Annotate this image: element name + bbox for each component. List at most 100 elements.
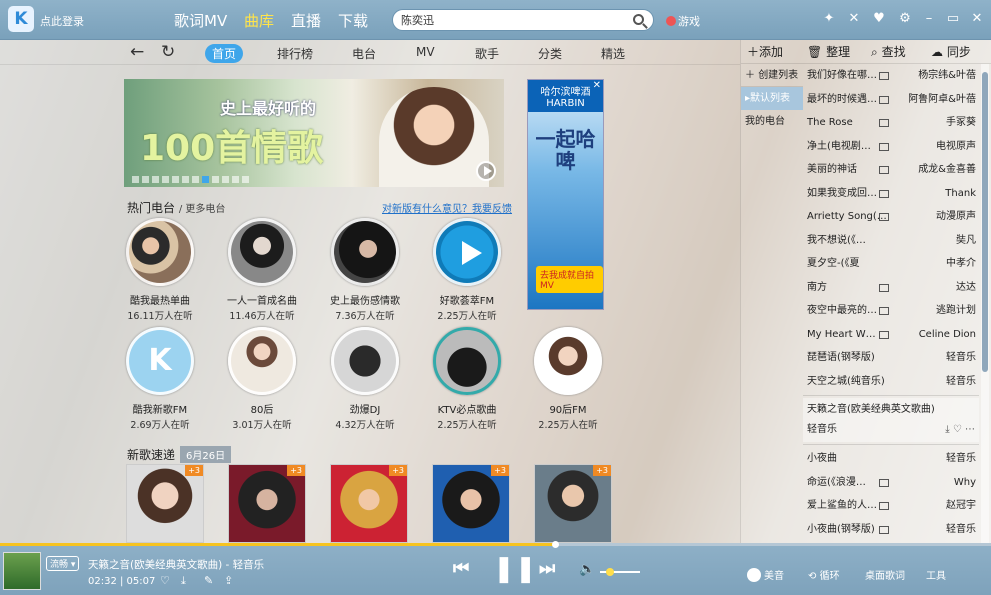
gift-icon[interactable]: ♥ [870, 10, 888, 28]
mv-icon[interactable] [879, 307, 889, 315]
song-row[interactable]: 命运(《浪漫… Why [803, 471, 979, 495]
mv-icon[interactable] [879, 213, 889, 221]
song-row[interactable]: 南方 达达 [803, 276, 979, 300]
album-cover[interactable]: +3 [228, 464, 306, 543]
mv-icon[interactable] [879, 166, 889, 174]
pause-icon[interactable]: ❚❚ [493, 554, 537, 584]
station-card[interactable]: 史上最伤感情歌 7.36万人在听 [315, 218, 415, 322]
album-cover[interactable]: +3 [534, 464, 612, 543]
mv-icon[interactable] [879, 502, 889, 510]
album-cover[interactable]: +3 [126, 464, 204, 543]
album-cover[interactable]: +3 [330, 464, 408, 543]
loop-button[interactable]: ⟲ 循环 [808, 567, 840, 582]
tab-lyrics-mv[interactable]: 歌词MV [174, 10, 227, 31]
maximize-icon[interactable]: ▭ [944, 10, 962, 28]
station-card[interactable]: 酷我最热单曲 16.11万人在听 [110, 218, 210, 322]
now-playing-cover[interactable] [3, 552, 41, 590]
station-card[interactable]: 90后FM 2.25万人在听 [518, 327, 618, 431]
playlist-scrollbar[interactable] [981, 64, 989, 543]
station-card[interactable]: KTV必点歌曲 2.25万人在听 [417, 327, 517, 431]
mv-icon[interactable] [879, 189, 889, 198]
mv-icon[interactable] [879, 525, 889, 534]
song-row[interactable]: 美丽的神话 成龙&金喜善 [803, 158, 979, 182]
mv-icon[interactable] [879, 95, 889, 104]
tab-category[interactable]: 分类 [531, 44, 569, 63]
progress-bar[interactable] [0, 541, 991, 548]
song-row[interactable]: 夜空中最亮的… 逃跑计划 [803, 299, 979, 323]
tab-download[interactable]: 下载 [338, 10, 368, 31]
volume-icon[interactable]: 🔈 [579, 562, 595, 577]
tab-library[interactable]: 曲库 [244, 10, 274, 31]
download-icon[interactable]: ⤓ [181, 574, 186, 588]
search-input[interactable] [401, 13, 621, 26]
create-list-button[interactable]: ＋ 创建列表 [741, 64, 803, 87]
station-card[interactable]: K 酷我新歌FM 2.69万人在听 [110, 327, 210, 431]
desktop-lyrics-button[interactable]: 桌面歌词 [865, 567, 905, 582]
add-button[interactable]: ＋添加 [747, 43, 783, 60]
tab-charts[interactable]: 排行榜 [270, 44, 320, 63]
kuwo-logo-icon[interactable]: K [8, 6, 34, 32]
login-link[interactable]: 点此登录 [40, 13, 84, 29]
song-row[interactable]: 夏夕空-(《夏 中孝介 [803, 252, 979, 276]
album-cover[interactable]: +3 [432, 464, 510, 543]
tab-featured[interactable]: 精选 [594, 44, 632, 63]
song-row[interactable]: 爱上鲨鱼的人… 赵冠宇 [803, 494, 979, 518]
ad-button[interactable]: 去我成就自拍MV [536, 266, 603, 293]
scrollbar-thumb[interactable] [982, 72, 988, 372]
search-icon[interactable] [633, 14, 644, 25]
hero-banner[interactable]: 史上最好听的 100首情歌 [124, 79, 504, 187]
game-link[interactable]: 游戏 [666, 13, 700, 29]
station-card[interactable]: 劲爆DJ 4.32万人在听 [315, 327, 415, 431]
organize-button[interactable]: 🗑 整理 [807, 43, 850, 60]
mv-icon[interactable] [879, 142, 889, 151]
song-row[interactable]: Arrietty Song(… 动漫原声 [803, 205, 979, 229]
mv-icon[interactable] [879, 478, 889, 487]
station-card[interactable]: 80后 3.01万人在听 [212, 327, 312, 431]
sound-effect-toggle[interactable]: 美音 [747, 567, 784, 582]
song-row[interactable]: 我不想说(《… 奘凡 [803, 229, 979, 253]
mini-mode-icon[interactable]: ✕ [845, 10, 863, 28]
settings-gear-icon[interactable]: ⚙ [896, 10, 914, 28]
tools-button[interactable]: 工具 [926, 567, 946, 582]
sync-button[interactable]: ☁ 同步 [931, 43, 971, 60]
song-row[interactable]: 净土(电视剧… 电视原声 [803, 135, 979, 159]
share-icon[interactable]: ⇪ [224, 574, 233, 587]
quality-select[interactable]: 流畅 ▾ [46, 556, 80, 571]
mv-icon[interactable] [879, 283, 889, 292]
volume-handle[interactable] [606, 568, 614, 576]
song-row[interactable]: 天空之城(纯音乐) 轻音乐 [803, 370, 979, 394]
skin-icon[interactable]: ✦ [820, 10, 838, 28]
mv-icon[interactable] [879, 72, 889, 80]
refresh-icon[interactable]: ↻ [161, 42, 175, 62]
song-row[interactable]: 我们好像在哪… 杨宗纬&叶蓓 [803, 64, 979, 88]
like-heart-icon[interactable]: ♡ [160, 574, 170, 587]
song-row[interactable]: 如果我变成回… Thank [803, 182, 979, 206]
beer-ad[interactable]: ✕ 哈尔滨啤酒 HARBIN 一起哈啤 去我成就自拍MV [527, 79, 604, 310]
tab-home[interactable]: 首页 [205, 44, 244, 63]
song-row[interactable]: The Rose 手冢葵 [803, 111, 979, 135]
station-card[interactable]: 一人一首成名曲 11.46万人在听 [212, 218, 312, 322]
previous-icon[interactable]: ⏮ [453, 558, 469, 579]
tab-live[interactable]: 直播 [291, 10, 321, 31]
close-icon[interactable]: ✕ [968, 10, 986, 28]
volume-slider[interactable] [600, 568, 640, 576]
more-icon[interactable]: ⋯ [962, 424, 975, 435]
back-arrow-icon[interactable]: ← [130, 42, 144, 62]
tab-singers[interactable]: 歌手 [468, 44, 506, 63]
song-row[interactable]: 最坏的时候遇… 阿鲁阿卓&叶蓓 [803, 88, 979, 112]
mv-icon[interactable] [879, 330, 889, 339]
mv-icon[interactable] [879, 119, 889, 127]
more-radio-link[interactable]: 更多电台 [185, 204, 225, 215]
search-box[interactable] [392, 9, 654, 31]
feedback-link[interactable]: 对新版有什么意见？我要反馈 [382, 200, 512, 215]
station-card[interactable]: 好歌荟萃FM 2.25万人在听 [417, 218, 517, 322]
song-row[interactable]: 小夜曲(钢琴版) 轻音乐 [803, 518, 979, 542]
mic-icon[interactable]: ✎ [204, 574, 213, 587]
ad-close-icon[interactable]: ✕ [593, 80, 601, 91]
banner-play-icon[interactable] [476, 161, 496, 181]
minimize-icon[interactable]: – [920, 10, 938, 28]
find-button[interactable]: ⌕ 查找 [871, 43, 906, 60]
progress-handle[interactable] [552, 541, 559, 548]
song-row[interactable]: 小夜曲 轻音乐 [803, 447, 979, 471]
my-radio-item[interactable]: 我的电台 [741, 110, 803, 133]
